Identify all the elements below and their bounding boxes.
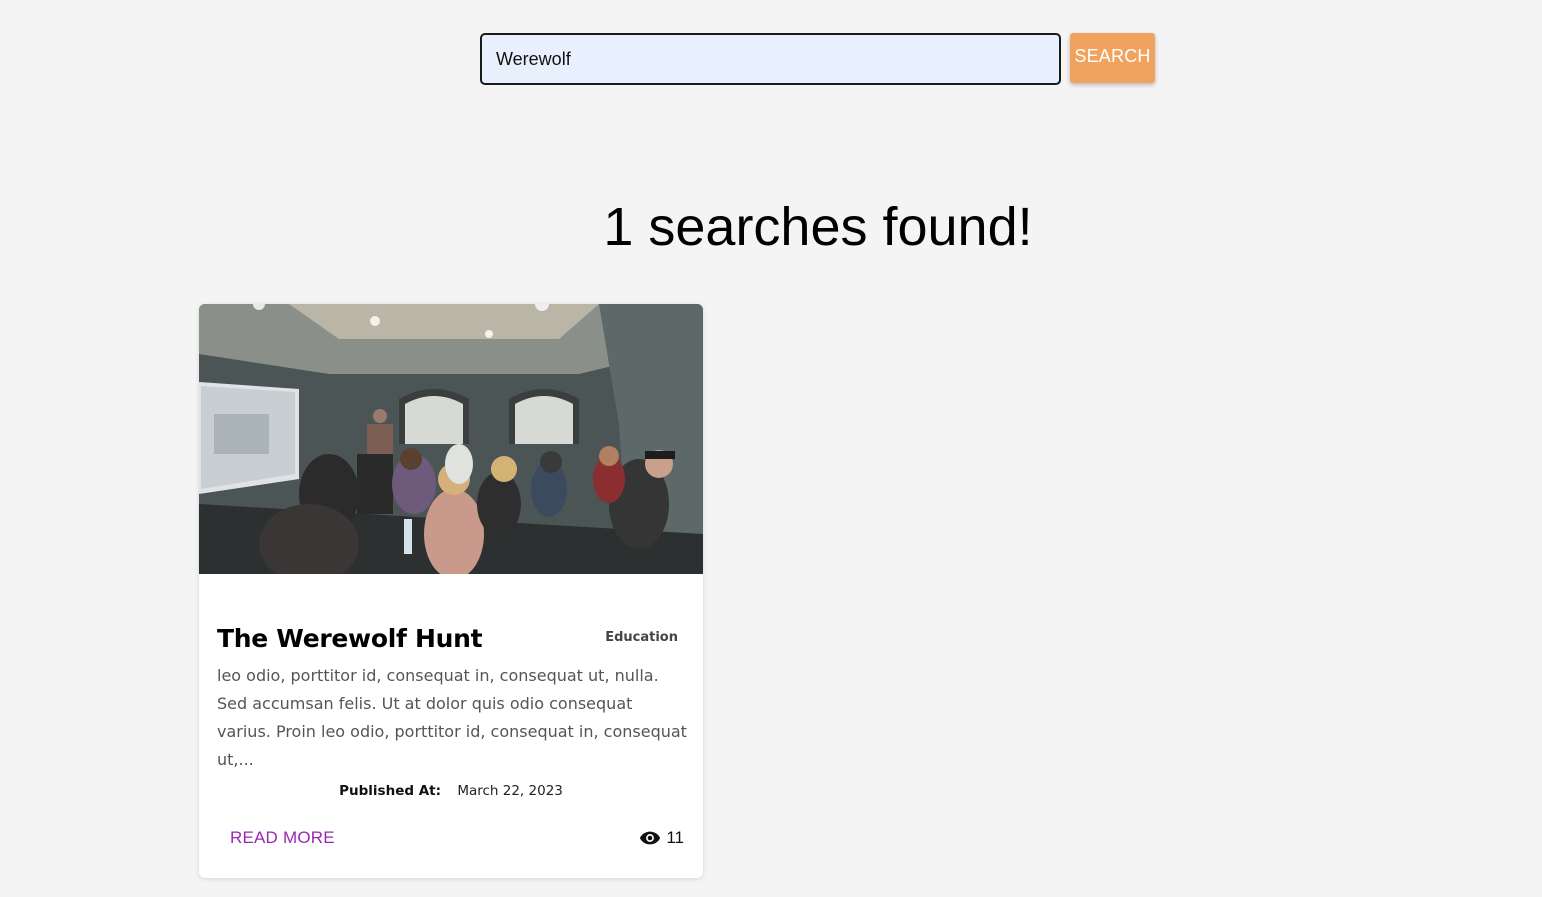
post-category: Education <box>605 630 678 645</box>
published-label: Published At: <box>339 783 442 799</box>
read-more-link[interactable]: READ MORE <box>230 828 335 848</box>
search-button[interactable]: SEARCH <box>1070 33 1155 83</box>
results-heading: 1 searches found! <box>603 197 1033 257</box>
eye-icon <box>640 831 661 845</box>
view-count-value: 11 <box>666 828 684 847</box>
search-input[interactable] <box>480 33 1061 85</box>
view-count: 11 <box>639 828 684 848</box>
search-bar: SEARCH <box>480 33 1155 85</box>
post-title[interactable]: The Werewolf Hunt <box>217 624 483 653</box>
post-card: The Werewolf Hunt Education leo odio, po… <box>199 304 703 878</box>
post-excerpt: leo odio, porttitor id, consequat in, co… <box>217 666 687 769</box>
published-info: Published At: March 22, 2023 <box>199 783 703 799</box>
post-image <box>199 304 703 574</box>
published-date: March 22, 2023 <box>457 783 563 799</box>
